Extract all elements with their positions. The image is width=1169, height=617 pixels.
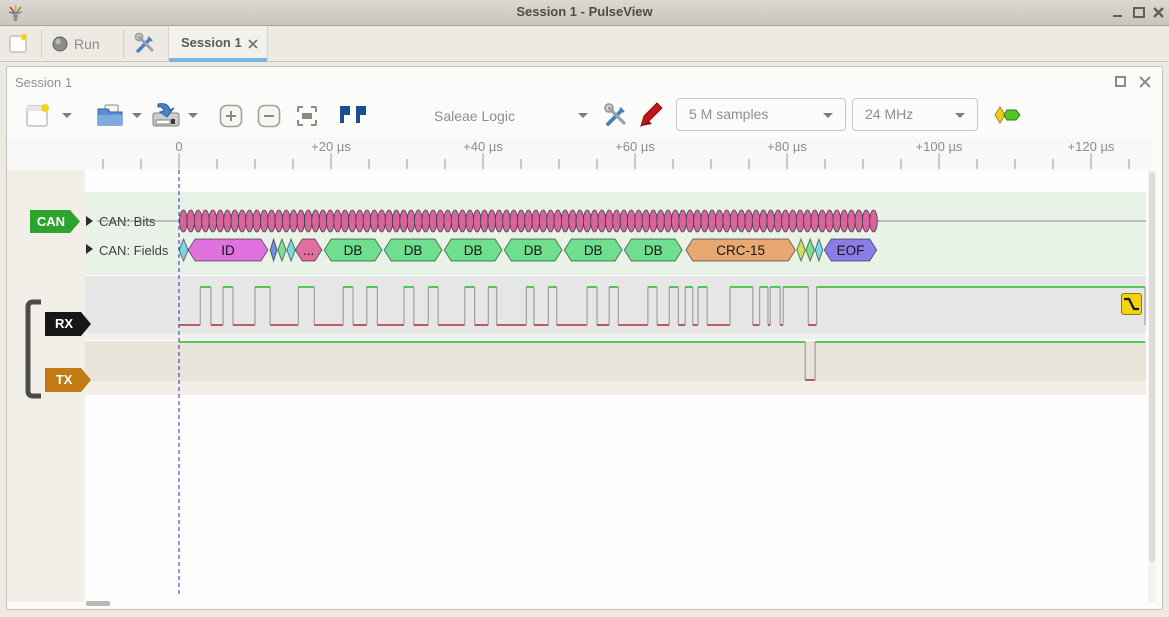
trigger-marker-falling-edge[interactable] [1121,293,1142,315]
new-session-button[interactable] [8,33,30,60]
zoom-out-button[interactable] [257,104,281,133]
time-ruler[interactable] [7,138,1152,170]
horizontal-scrollbar[interactable] [86,601,110,606]
add-decoder-button[interactable] [994,106,1022,129]
toolbar-separator [123,30,124,58]
probe-config-button[interactable] [638,100,666,135]
trigger-settings-button[interactable] [338,104,370,133]
panel-float-button[interactable] [1114,75,1128,89]
zoom-in-button[interactable] [219,104,243,133]
save-button[interactable] [150,100,182,135]
settings-button[interactable] [133,32,157,61]
sample-rate-value: 24 MHz [865,106,913,122]
maximize-button[interactable] [1131,6,1147,20]
open-button[interactable] [96,101,126,134]
pulseview-window: Session 1 - PulseView Run Session 1 [0,0,1169,617]
new-file-menu-caret[interactable] [62,113,72,118]
sample-rate-select[interactable]: 24 MHz [852,98,978,131]
minimize-button[interactable] [1110,6,1126,20]
tx-row-band [85,341,1146,381]
decoder-tag-can[interactable]: CAN [30,210,80,233]
window-title: Session 1 - PulseView [0,4,1169,19]
device-select[interactable]: Saleae Logic [434,108,515,124]
expander-can-bits[interactable] [86,216,93,226]
tab-close-icon[interactable] [247,37,259,49]
close-button[interactable] [1151,6,1167,20]
session-tab[interactable]: Session 1 [168,26,268,62]
sample-count-value: 5 M samples [689,106,768,122]
vertical-scrollbar[interactable] [1149,172,1155,562]
session-tab-label: Session 1 [181,35,242,50]
rx-row-band-lower [85,333,1146,340]
title-bar[interactable]: Session 1 - PulseView [0,0,1169,26]
new-file-button[interactable] [24,101,50,134]
zoom-fit-button[interactable] [295,104,319,133]
device-select-caret[interactable] [578,113,588,118]
decoder-row-band [85,192,1146,275]
device-config-button[interactable] [602,102,630,135]
panel-title: Session 1 [15,75,72,90]
expander-can-fields[interactable] [86,244,93,254]
panel-close-button[interactable] [1138,75,1152,89]
channel-group-bracket [22,298,46,400]
rx-row-band [85,276,1146,333]
sample-rate-caret [955,113,965,118]
toolbar-separator [41,30,42,58]
run-button-label: Run [74,36,100,52]
sample-count-caret [823,113,833,118]
run-icon [52,36,69,58]
decoder-row-label-bits: CAN: Bits [99,214,155,229]
open-menu-caret[interactable] [132,113,142,118]
save-menu-caret[interactable] [188,113,198,118]
decoder-row-label-fields: CAN: Fields [99,243,168,258]
tx-row-band-lower [85,381,1146,395]
sample-count-select[interactable]: 5 M samples [676,98,846,131]
main-toolbar: Run Session 1 [0,26,1169,62]
